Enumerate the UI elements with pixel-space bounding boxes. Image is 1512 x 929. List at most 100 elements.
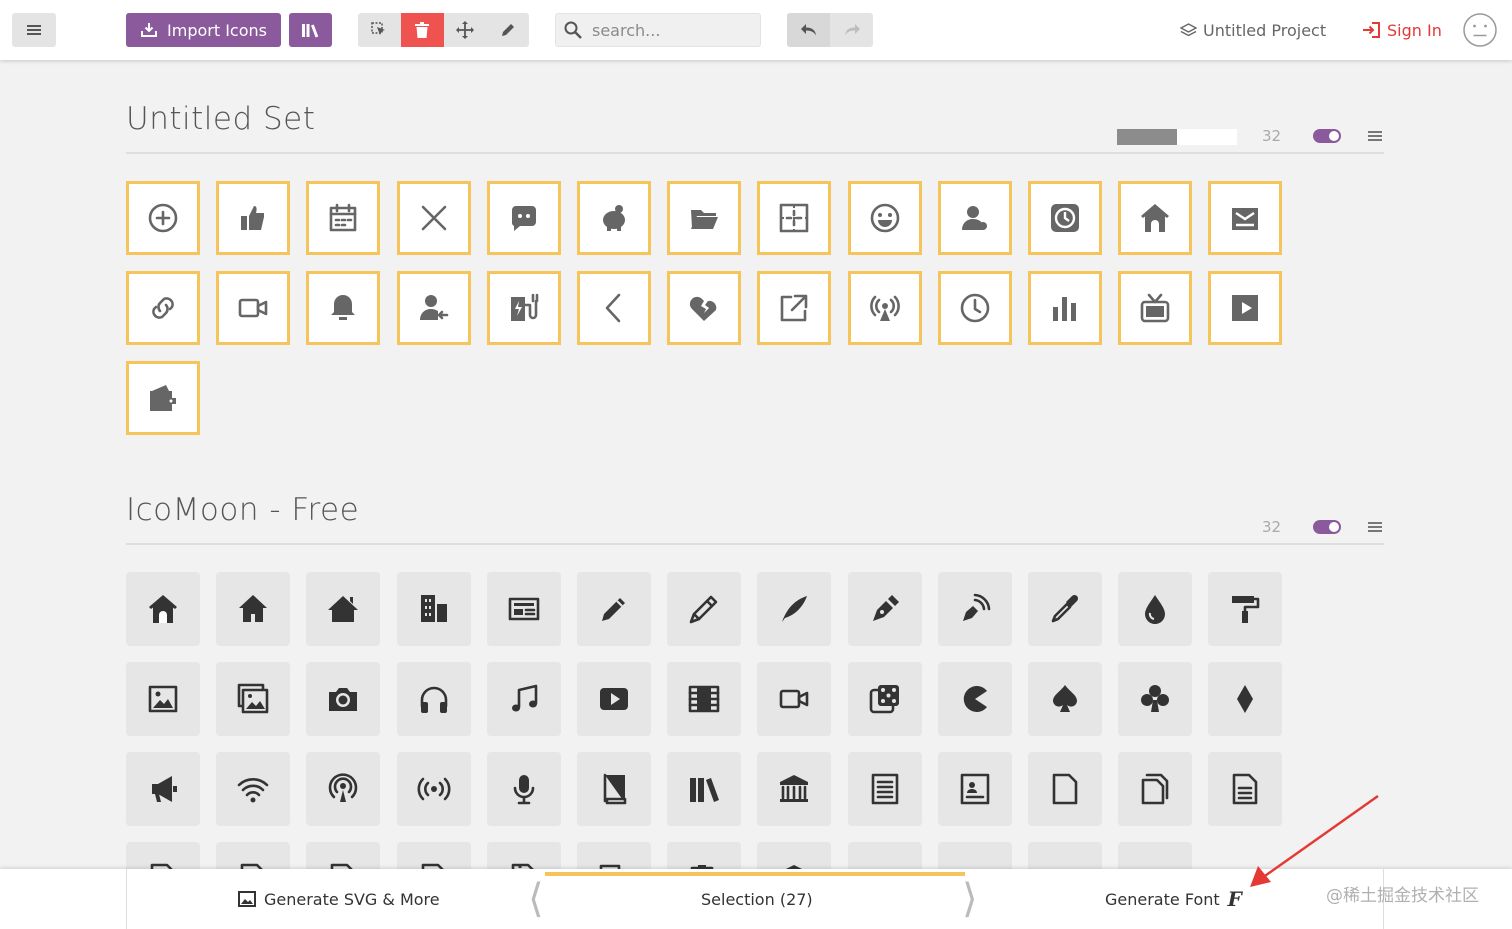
icon-cell-quill[interactable] [757, 572, 832, 646]
icon-cell-file-empty[interactable] [1027, 752, 1102, 826]
icon-cell-film[interactable] [667, 662, 742, 736]
project-selector[interactable]: Untitled Project [1180, 13, 1326, 47]
delete-tool[interactable] [400, 13, 444, 47]
icon-cell-home2[interactable] [216, 572, 291, 646]
icon-cell-clock-square[interactable] [1027, 181, 1102, 255]
avatar[interactable] [1461, 11, 1499, 49]
icon-cell-diamonds[interactable] [1208, 662, 1283, 736]
icon-cell-profile[interactable] [937, 752, 1012, 826]
play-square-icon [1232, 295, 1259, 321]
mic-icon [513, 775, 535, 805]
icon-cell-external-link[interactable] [757, 271, 832, 345]
icon-cell-podcast[interactable] [306, 752, 381, 826]
icon-cell-smile[interactable] [847, 181, 922, 255]
icon-cell-book[interactable] [576, 752, 651, 826]
icon-cell-pencil2[interactable] [667, 572, 742, 646]
redo-button[interactable] [830, 13, 873, 47]
icon-cell-images[interactable] [216, 662, 291, 736]
icon-cell-spades[interactable] [1027, 662, 1102, 736]
icon-cell-paint-format[interactable] [1208, 572, 1283, 646]
icon-cell-video-camera[interactable] [757, 662, 832, 736]
generate-svg-button[interactable]: Generate SVG & More [238, 869, 440, 929]
set-title-untitled[interactable]: Untitled Set [126, 101, 315, 137]
import-icons-button[interactable]: Import Icons [126, 13, 281, 47]
selection-button[interactable]: Selection (27) [701, 869, 813, 929]
broadcast-icon [869, 295, 900, 321]
icon-cell-connection[interactable] [216, 752, 291, 826]
icon-cell-home3[interactable] [306, 572, 381, 646]
icon-cell-office[interactable] [396, 572, 471, 646]
icon-cell-headphones[interactable] [396, 662, 471, 736]
set-divider [126, 543, 1384, 545]
move-tool[interactable] [444, 13, 487, 47]
sign-in-link[interactable]: Sign In [1362, 13, 1442, 47]
icon-cell-clubs[interactable] [1118, 662, 1193, 736]
icon-cell-calendar[interactable] [306, 181, 381, 255]
icon-cell-folder-open[interactable] [667, 181, 742, 255]
set-menu-icon[interactable] [1368, 135, 1382, 137]
icon-cell-files-empty[interactable] [1118, 752, 1193, 826]
icon-cell-mic[interactable] [486, 752, 561, 826]
icon-cell-blog[interactable] [937, 572, 1012, 646]
icon-cell-pen[interactable] [847, 572, 922, 646]
icon-cell-chevron-left[interactable] [576, 271, 651, 345]
icon-cell-broadcast[interactable] [847, 271, 922, 345]
icon-cell-pencil[interactable] [576, 572, 651, 646]
icon-cell-bell[interactable] [306, 271, 381, 345]
main-menu-button[interactable] [12, 13, 56, 47]
icon-cell-expand[interactable] [757, 181, 832, 255]
icon-cell-play-square[interactable] [1208, 271, 1283, 345]
icon-cell-bar-chart[interactable] [1027, 271, 1102, 345]
icon-cell-plus-circle[interactable] [126, 181, 200, 255]
undo-button[interactable] [787, 13, 830, 47]
select-tool[interactable] [358, 13, 401, 47]
icon-cell-link[interactable] [126, 271, 200, 345]
icon-cell-eyedropper[interactable] [1027, 572, 1102, 646]
icon-cell-file-text[interactable] [847, 752, 922, 826]
library-button[interactable] [289, 13, 332, 47]
icon-cell-dice[interactable] [847, 662, 922, 736]
icon-cell-books[interactable] [667, 752, 742, 826]
icon-cell-feed[interactable] [396, 752, 471, 826]
move-icon [455, 21, 474, 39]
library-icon [301, 24, 318, 38]
icon-cell-image[interactable] [126, 662, 200, 736]
icon-cell-video-camera[interactable] [216, 271, 291, 345]
set-menu-icon[interactable] [1368, 526, 1382, 528]
icon-cell-wallet[interactable] [126, 361, 200, 435]
icon-cell-thumbs-up[interactable] [216, 181, 291, 255]
icon-cell-camera[interactable] [306, 662, 381, 736]
import-icons-label: Import Icons [167, 20, 267, 40]
icon-cell-piggy-bank[interactable] [576, 181, 651, 255]
library-icon [780, 775, 809, 802]
generate-font-button[interactable]: Generate Font F [1105, 869, 1242, 929]
icon-cell-library[interactable] [757, 752, 832, 826]
icon-cell-pacman[interactable] [937, 662, 1012, 736]
icon-cell-play[interactable] [576, 662, 651, 736]
icon-cell-home[interactable] [126, 572, 200, 646]
icon-cell-chat-bubble[interactable] [486, 181, 561, 255]
icon-cell-music[interactable] [486, 662, 561, 736]
edit-tool[interactable] [486, 13, 529, 47]
set-toggle[interactable] [1313, 520, 1341, 534]
icon-cell-close[interactable] [396, 181, 471, 255]
icon-cell-droplet[interactable] [1118, 572, 1193, 646]
icon-cell-heart-broken[interactable] [667, 271, 742, 345]
icon-cell-user-arrow[interactable] [396, 271, 471, 345]
selection-left-bracket: ⟨ [528, 876, 544, 922]
icon-cell-charging-station[interactable] [486, 271, 561, 345]
music-icon [511, 684, 538, 712]
set-title-icomoon[interactable]: IcoMoon - Free [126, 492, 359, 528]
icon-cell-clock[interactable] [937, 271, 1012, 345]
set-grid-size[interactable]: 32 [1262, 127, 1281, 145]
icon-cell-user[interactable] [937, 181, 1012, 255]
icon-cell-bullhorn[interactable] [126, 752, 200, 826]
icon-cell-mail-open[interactable] [1208, 181, 1283, 255]
set-grid-size[interactable]: 32 [1262, 518, 1281, 536]
icon-cell-home[interactable] [1118, 181, 1193, 255]
icon-cell-file-text2[interactable] [1208, 752, 1283, 826]
icon-cell-tv[interactable] [1118, 271, 1193, 345]
search-input[interactable] [590, 19, 754, 41]
icon-cell-newspaper[interactable] [486, 572, 561, 646]
set-toggle[interactable] [1313, 129, 1341, 143]
